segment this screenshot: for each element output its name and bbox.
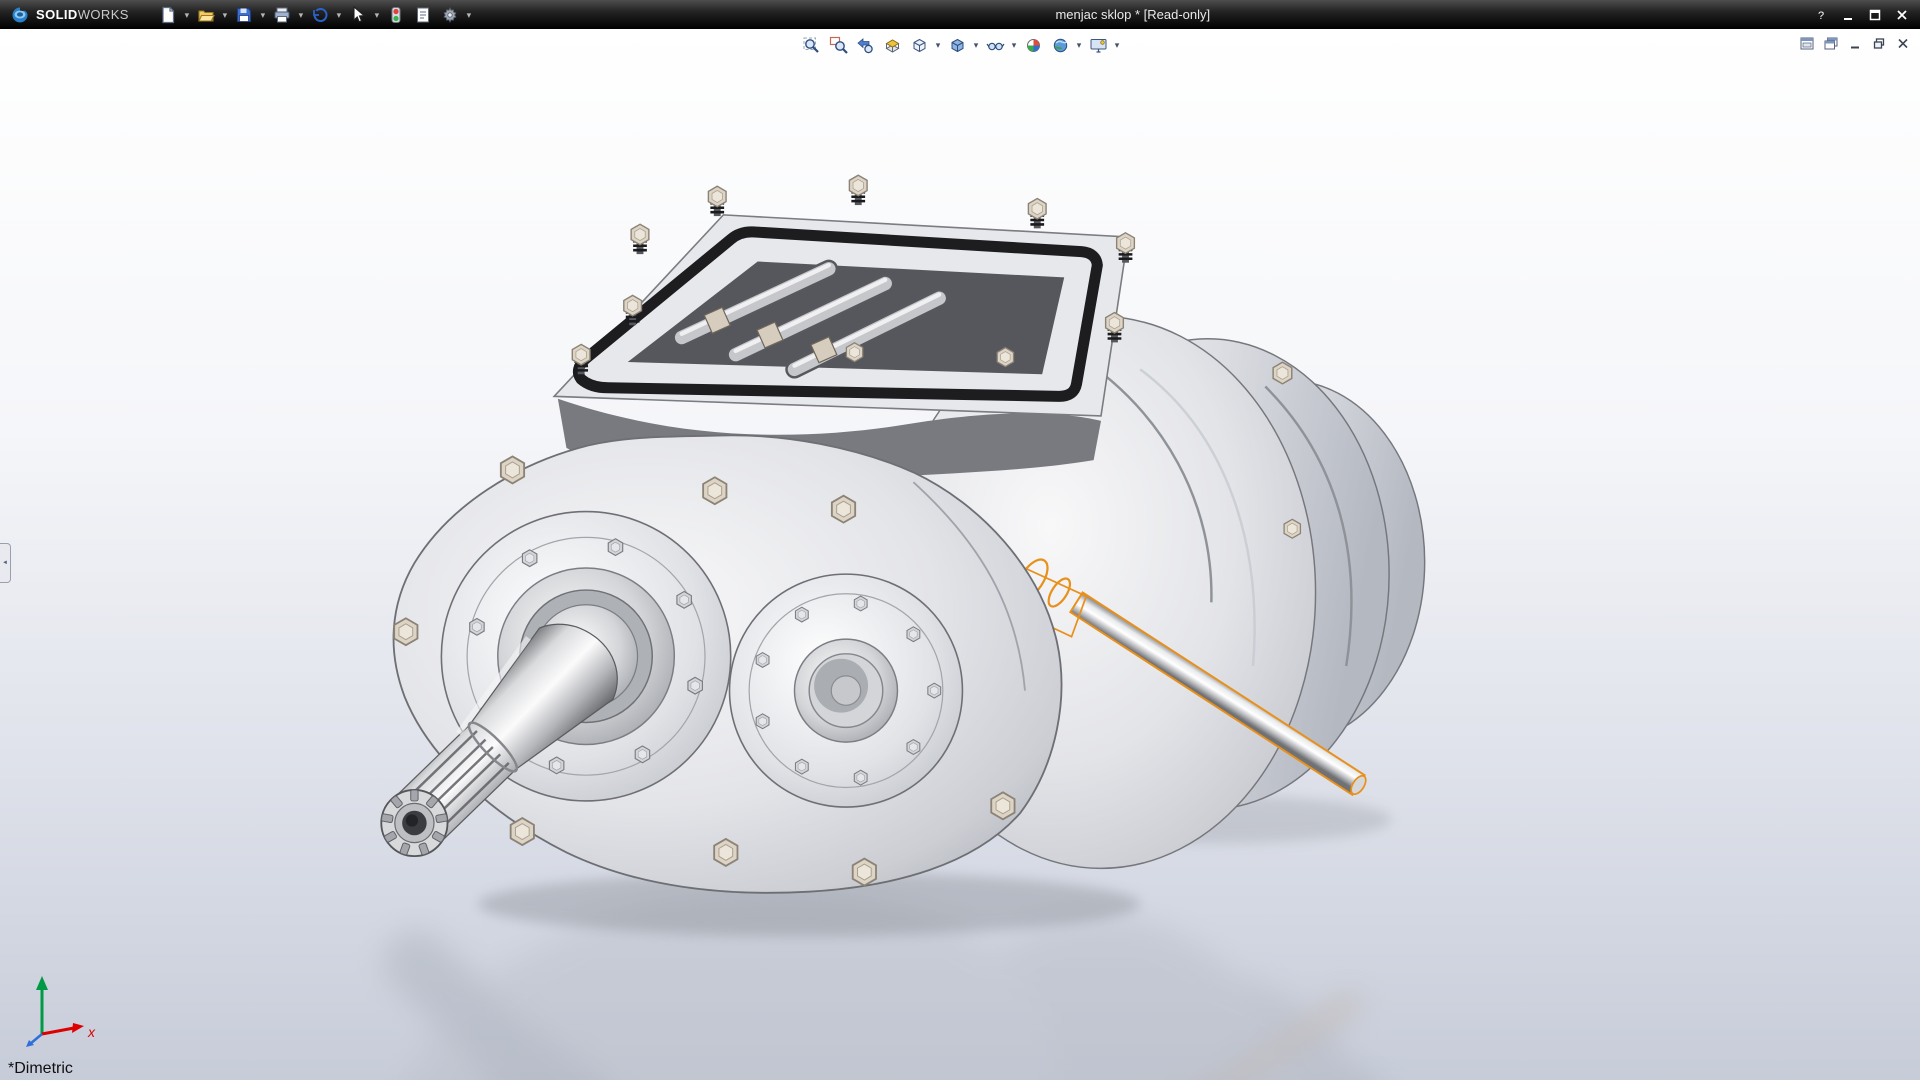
view-orientation-button-dropdown[interactable]: ▾ xyxy=(933,32,943,58)
view-orientation-button[interactable] xyxy=(906,32,932,58)
new-document-button[interactable] xyxy=(155,3,181,27)
window-title: menjac sklop * [Read-only] xyxy=(1055,7,1210,22)
apply-scene-button-dropdown[interactable]: ▾ xyxy=(1074,32,1084,58)
select-tool-button[interactable] xyxy=(345,3,371,27)
options-button[interactable] xyxy=(437,3,463,27)
triad-z-axis xyxy=(30,1034,42,1044)
cover-bolt[interactable] xyxy=(1117,233,1135,263)
cover-bolt[interactable] xyxy=(1028,199,1046,229)
cover-bolt[interactable] xyxy=(846,343,862,362)
window-controls: ? xyxy=(1809,5,1920,25)
view-settings-button[interactable] xyxy=(1085,32,1111,58)
cover-bolt[interactable] xyxy=(997,348,1013,367)
heads-up-toolbar: ▾ ▾ ▾ ▾ ▾ xyxy=(798,32,1122,58)
doc-tile-button[interactable] xyxy=(1798,35,1816,51)
rebuild-button[interactable] xyxy=(383,3,409,27)
svg-text:?: ? xyxy=(1818,10,1824,22)
orientation-triad: x xyxy=(18,962,108,1052)
options-button-dropdown[interactable]: ▾ xyxy=(464,3,474,27)
display-style-button[interactable] xyxy=(944,32,970,58)
select-tool-button-dropdown[interactable]: ▾ xyxy=(372,3,382,27)
flange-bolt[interactable] xyxy=(511,818,534,845)
top-cover[interactable] xyxy=(554,175,1134,416)
view-settings-button-dropdown[interactable]: ▾ xyxy=(1112,32,1122,58)
maximize-button[interactable] xyxy=(1863,5,1887,25)
rear-bolt[interactable] xyxy=(1273,362,1292,384)
flange-bolt[interactable] xyxy=(832,496,855,523)
undo-button-dropdown[interactable]: ▾ xyxy=(334,3,344,27)
quick-access-toolbar: ▾ ▾ ▾ ▾ ▾ ▾ ▾ xyxy=(155,3,474,27)
doc-cascade-button[interactable] xyxy=(1822,35,1840,51)
save-button[interactable] xyxy=(231,3,257,27)
previous-view-button[interactable] xyxy=(852,32,878,58)
print-button-dropdown[interactable]: ▾ xyxy=(296,3,306,27)
triad-x-label: x xyxy=(87,1024,96,1040)
flange-bolt[interactable] xyxy=(853,859,876,886)
cover-bolt[interactable] xyxy=(849,175,867,205)
solidworks-logo-icon xyxy=(10,6,30,24)
flange-bolt[interactable] xyxy=(501,456,524,483)
zoom-to-area-button[interactable] xyxy=(825,32,851,58)
rear-bolt[interactable] xyxy=(1284,519,1300,538)
doc-restore-button[interactable] xyxy=(1870,35,1888,51)
edit-appearance-button[interactable] xyxy=(1020,32,1046,58)
close-button[interactable] xyxy=(1890,5,1914,25)
model-canvas[interactable] xyxy=(0,29,1920,1080)
undo-button[interactable] xyxy=(307,3,333,27)
new-document-button-dropdown[interactable]: ▾ xyxy=(182,3,192,27)
section-view-button[interactable] xyxy=(879,32,905,58)
flange-bolt[interactable] xyxy=(703,477,726,504)
open-document-button-dropdown[interactable]: ▾ xyxy=(220,3,230,27)
cover-bolt[interactable] xyxy=(1106,313,1124,343)
flange-bolt[interactable] xyxy=(714,839,737,866)
graphics-area[interactable]: ▾ ▾ ▾ ▾ ▾ ◄ x *Dimetric xyxy=(0,29,1920,1080)
hide-show-items-button[interactable] xyxy=(982,32,1008,58)
apply-scene-button[interactable] xyxy=(1047,32,1073,58)
titlebar: SOLIDWORKS ▾ ▾ ▾ ▾ ▾ ▾ ▾ menjac sklop * [Read-… xyxy=(0,0,1920,29)
doc-minimize-button[interactable] xyxy=(1846,35,1864,51)
open-document-button[interactable] xyxy=(193,3,219,27)
display-style-button-dropdown[interactable]: ▾ xyxy=(971,32,981,58)
file-properties-button[interactable] xyxy=(410,3,436,27)
cover-bolt[interactable] xyxy=(572,344,590,374)
view-orientation-label: *Dimetric xyxy=(8,1060,73,1078)
print-button[interactable] xyxy=(269,3,295,27)
flange-bolt[interactable] xyxy=(991,792,1014,819)
doc-close-button[interactable] xyxy=(1894,35,1912,51)
hide-show-items-button-dropdown[interactable]: ▾ xyxy=(1009,32,1019,58)
app-brand: SOLIDWORKS xyxy=(0,6,139,24)
triad-x-axis xyxy=(42,1028,74,1034)
spline-end[interactable] xyxy=(381,790,447,856)
minimize-button[interactable] xyxy=(1836,5,1860,25)
secondary-flange[interactable] xyxy=(730,574,963,807)
featuremanager-collapsed-tab[interactable]: ◄ xyxy=(0,543,11,583)
save-button-dropdown[interactable]: ▾ xyxy=(258,3,268,27)
cover-bolt[interactable] xyxy=(708,186,726,216)
cover-bolt[interactable] xyxy=(631,224,649,254)
flange-bolt[interactable] xyxy=(394,618,417,645)
app-name: SOLIDWORKS xyxy=(36,7,129,22)
cover-bolt[interactable] xyxy=(624,295,642,325)
zoom-to-fit-button[interactable] xyxy=(798,32,824,58)
solidworks-window: SOLIDWORKS ▾ ▾ ▾ ▾ ▾ ▾ ▾ menjac sklop * [Read-… xyxy=(0,0,1920,1080)
doc-window-controls xyxy=(1798,35,1912,51)
help-button[interactable]: ? xyxy=(1809,5,1833,25)
